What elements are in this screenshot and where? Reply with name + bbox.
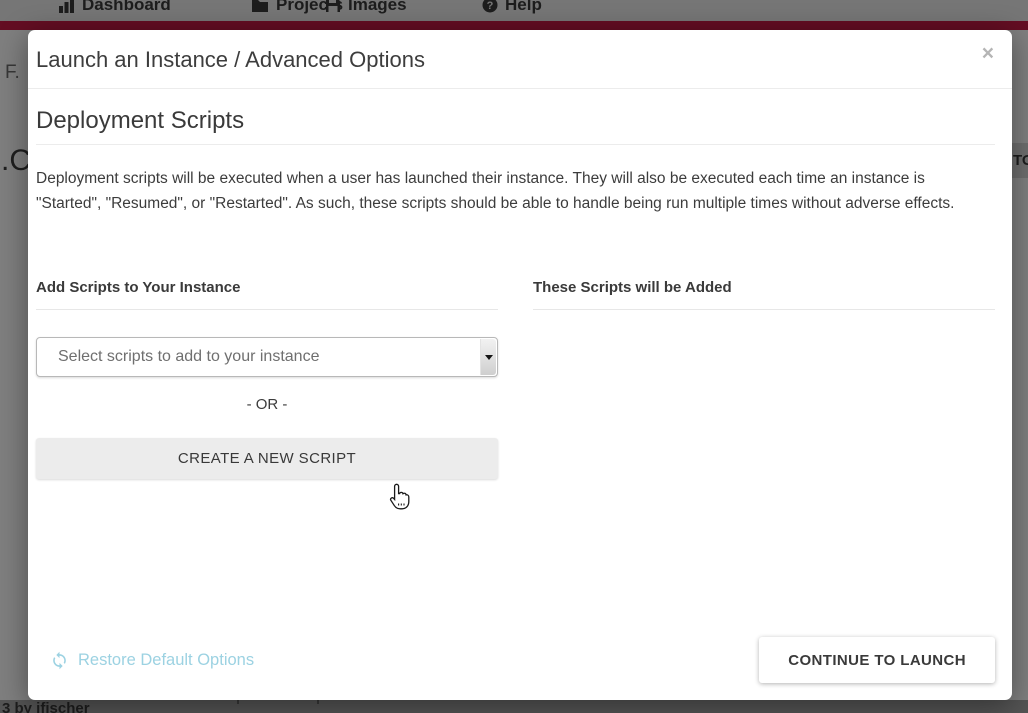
section-title: Deployment Scripts bbox=[36, 107, 995, 145]
added-scripts-heading: These Scripts will be Added bbox=[533, 279, 995, 310]
add-scripts-column: Add Scripts to Your Instance Select scri… bbox=[36, 279, 498, 479]
scripts-select-placeholder: Select scripts to add to your instance bbox=[37, 348, 319, 366]
added-scripts-column: These Scripts will be Added bbox=[533, 279, 995, 479]
refresh-icon bbox=[50, 651, 69, 670]
script-columns: Add Scripts to Your Instance Select scri… bbox=[36, 279, 995, 479]
continue-to-launch-button[interactable]: CONTINUE TO LAUNCH bbox=[759, 637, 995, 683]
close-icon[interactable]: × bbox=[982, 43, 994, 64]
create-script-button[interactable]: CREATE A NEW SCRIPT bbox=[36, 438, 498, 479]
or-separator: - OR - bbox=[36, 396, 498, 413]
modal-body: Deployment Scripts Deployment scripts wi… bbox=[28, 107, 1012, 479]
modal-footer: Restore Default Options CONTINUE TO LAUN… bbox=[28, 637, 1012, 700]
modal-header: Launch an Instance / Advanced Options × bbox=[28, 30, 1012, 89]
chevron-down-icon[interactable] bbox=[480, 339, 496, 375]
modal-title: Launch an Instance / Advanced Options bbox=[36, 47, 988, 73]
section-description: Deployment scripts will be executed when… bbox=[36, 166, 964, 216]
scripts-select[interactable]: Select scripts to add to your instance bbox=[36, 337, 498, 377]
restore-link-label: Restore Default Options bbox=[78, 651, 254, 670]
restore-default-options-link[interactable]: Restore Default Options bbox=[50, 651, 254, 670]
screen: Dashboard Projects Images ? Help bbox=[0, 0, 1028, 713]
advanced-options-modal: Launch an Instance / Advanced Options × … bbox=[28, 30, 1012, 700]
add-scripts-heading: Add Scripts to Your Instance bbox=[36, 279, 498, 310]
